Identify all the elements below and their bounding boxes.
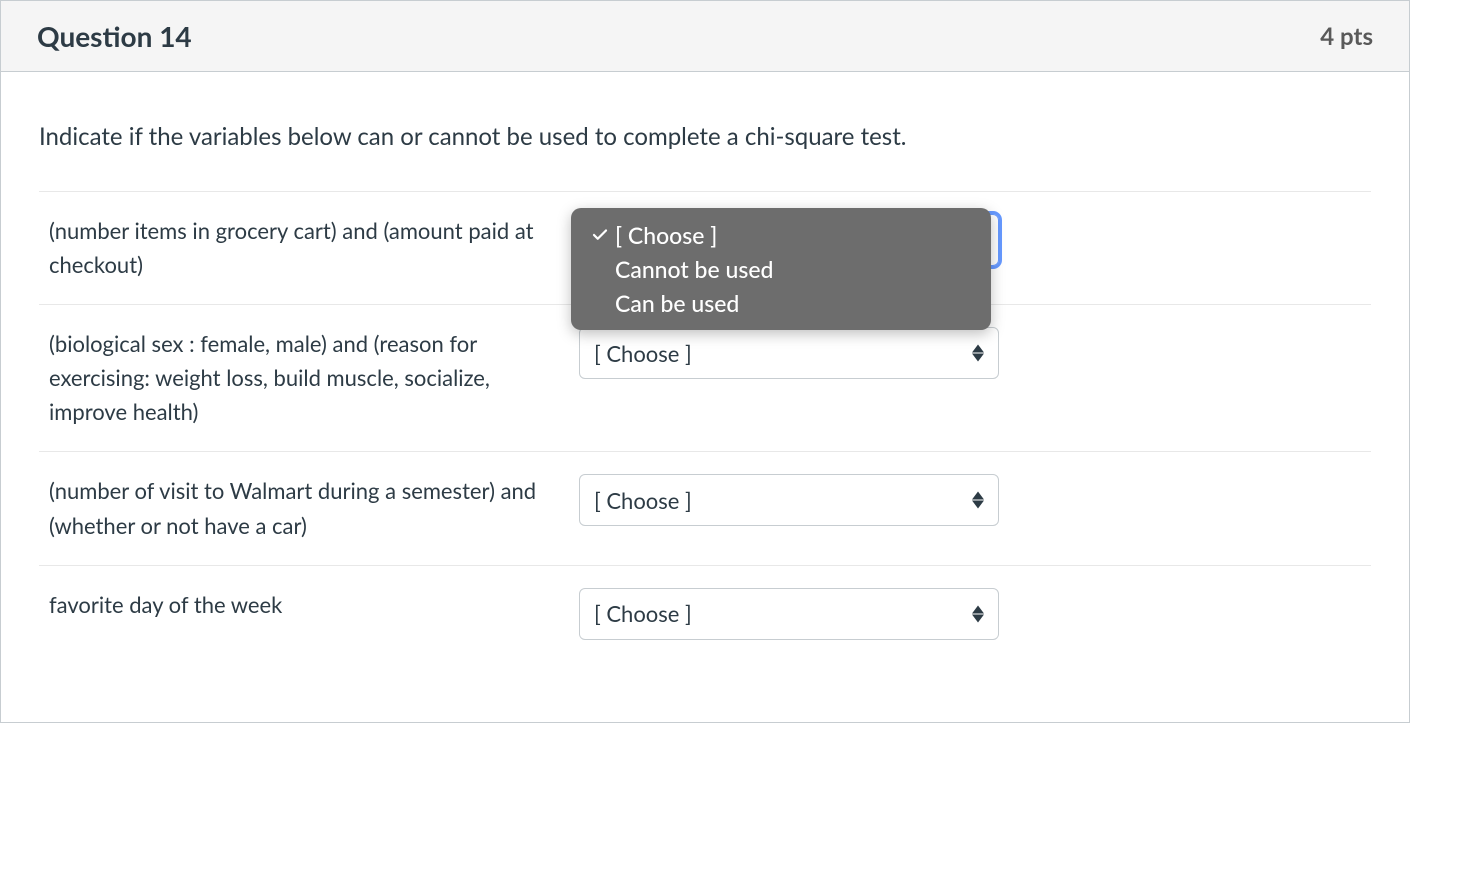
updown-icon	[972, 345, 984, 362]
select-value: [ Choose ]	[594, 340, 692, 367]
question-header: Question 14 4 pts	[1, 1, 1409, 72]
match-select-wrap: [ Choose ]	[579, 588, 999, 640]
answer-select[interactable]: [ Choose ]	[579, 327, 999, 379]
dropdown-option-can[interactable]: Can be used	[571, 286, 991, 320]
dropdown-option-label: Cannot be used	[615, 255, 773, 283]
question-points: 4 pts	[1320, 22, 1373, 51]
select-value: [ Choose ]	[594, 600, 692, 627]
match-label: (number of visit to Walmart during a sem…	[49, 474, 579, 542]
check-icon	[589, 226, 611, 244]
answer-select[interactable]: [ Choose ]	[579, 474, 999, 526]
match-select-wrap: [ Choose ] [ Choose ]	[579, 214, 999, 266]
match-row: (number items in grocery cart) and (amou…	[39, 191, 1371, 304]
select-value: [ Choose ]	[594, 487, 692, 514]
match-row: (number of visit to Walmart during a sem…	[39, 451, 1371, 564]
question-prompt: Indicate if the variables below can or c…	[39, 122, 1371, 151]
dropdown-option-cannot[interactable]: Cannot be used	[571, 252, 991, 286]
question-title: Question 14	[37, 19, 192, 53]
dropdown-menu: [ Choose ] Cannot be used Can be used	[571, 208, 991, 330]
dropdown-option-label: Can be used	[615, 289, 739, 317]
match-label: (number items in grocery cart) and (amou…	[49, 214, 579, 282]
question-container: Question 14 4 pts Indicate if the variab…	[0, 0, 1410, 723]
updown-icon	[972, 492, 984, 509]
updown-icon	[972, 605, 984, 622]
question-body: Indicate if the variables below can or c…	[1, 72, 1409, 722]
match-label: favorite day of the week	[49, 588, 579, 622]
match-row: favorite day of the week [ Choose ]	[39, 565, 1371, 662]
dropdown-option-choose[interactable]: [ Choose ]	[571, 218, 991, 252]
answer-select[interactable]: [ Choose ]	[579, 588, 999, 640]
match-label: (biological sex : female, male) and (rea…	[49, 327, 579, 429]
match-select-wrap: [ Choose ]	[579, 474, 999, 526]
dropdown-option-label: [ Choose ]	[615, 221, 717, 249]
match-select-wrap: [ Choose ]	[579, 327, 999, 379]
